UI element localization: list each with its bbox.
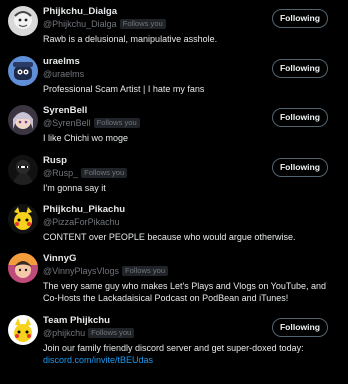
user-handle[interactable]: @Rusp_ xyxy=(43,167,78,179)
avatar-image xyxy=(8,204,38,234)
display-name[interactable]: Phijkchu_Pikachu xyxy=(43,204,340,216)
avatar-image xyxy=(8,105,38,135)
user-handle[interactable]: @SyrenBell xyxy=(43,117,91,129)
avatar[interactable] xyxy=(8,155,38,185)
following-button[interactable]: Following xyxy=(272,9,328,28)
user-handle[interactable]: @VinnyPlaysVlogs xyxy=(43,265,119,277)
following-button[interactable]: Following xyxy=(272,59,328,78)
avatar[interactable] xyxy=(8,253,38,283)
user-handle[interactable]: @uraelms xyxy=(43,68,84,80)
user-bio: Professional Scam Artist | I hate my fan… xyxy=(43,84,205,94)
following-button[interactable]: Following xyxy=(272,158,328,177)
avatar-image xyxy=(8,155,38,185)
user-handle[interactable]: @phijkchu xyxy=(43,327,85,339)
user-handle[interactable]: @PizzaForPikachu xyxy=(43,216,120,228)
follows-you-badge: Follows you xyxy=(88,328,135,338)
avatar[interactable] xyxy=(8,6,38,36)
avatar[interactable] xyxy=(8,56,38,86)
user-bio: Join our family friendly discord server … xyxy=(43,342,340,366)
follows-you-badge: Follows you xyxy=(81,168,128,178)
follows-you-badge: Follows you xyxy=(122,266,169,276)
user-bio: CONTENT over PEOPLE because who would ar… xyxy=(43,232,296,242)
bio-link[interactable]: discord.com/invite/tBEUdas xyxy=(43,355,153,365)
follows-you-badge: Follows you xyxy=(93,118,140,128)
avatar[interactable] xyxy=(8,315,38,345)
user-bio: The very same guy who makes Let's Plays … xyxy=(43,281,327,303)
user-handle[interactable]: @Phijkchu_Dialga xyxy=(43,18,117,30)
avatar[interactable] xyxy=(8,204,38,234)
display-name[interactable]: VinnyG xyxy=(43,253,340,265)
avatar-image xyxy=(8,315,38,345)
following-button[interactable]: Following xyxy=(272,108,328,127)
avatar[interactable] xyxy=(8,105,38,135)
avatar-image xyxy=(8,56,38,86)
avatar-image xyxy=(8,253,38,283)
user-bio: I like Chichi wo moge xyxy=(43,133,129,143)
bio-text: Join our family friendly discord server … xyxy=(43,343,304,353)
user-bio: Rawb is a delusional, manipulative assho… xyxy=(43,34,218,44)
avatar-image xyxy=(8,6,38,36)
following-button[interactable]: Following xyxy=(272,318,328,337)
user-bio: I'm gonna say it xyxy=(43,183,106,193)
follows-you-badge: Follows you xyxy=(119,19,166,29)
